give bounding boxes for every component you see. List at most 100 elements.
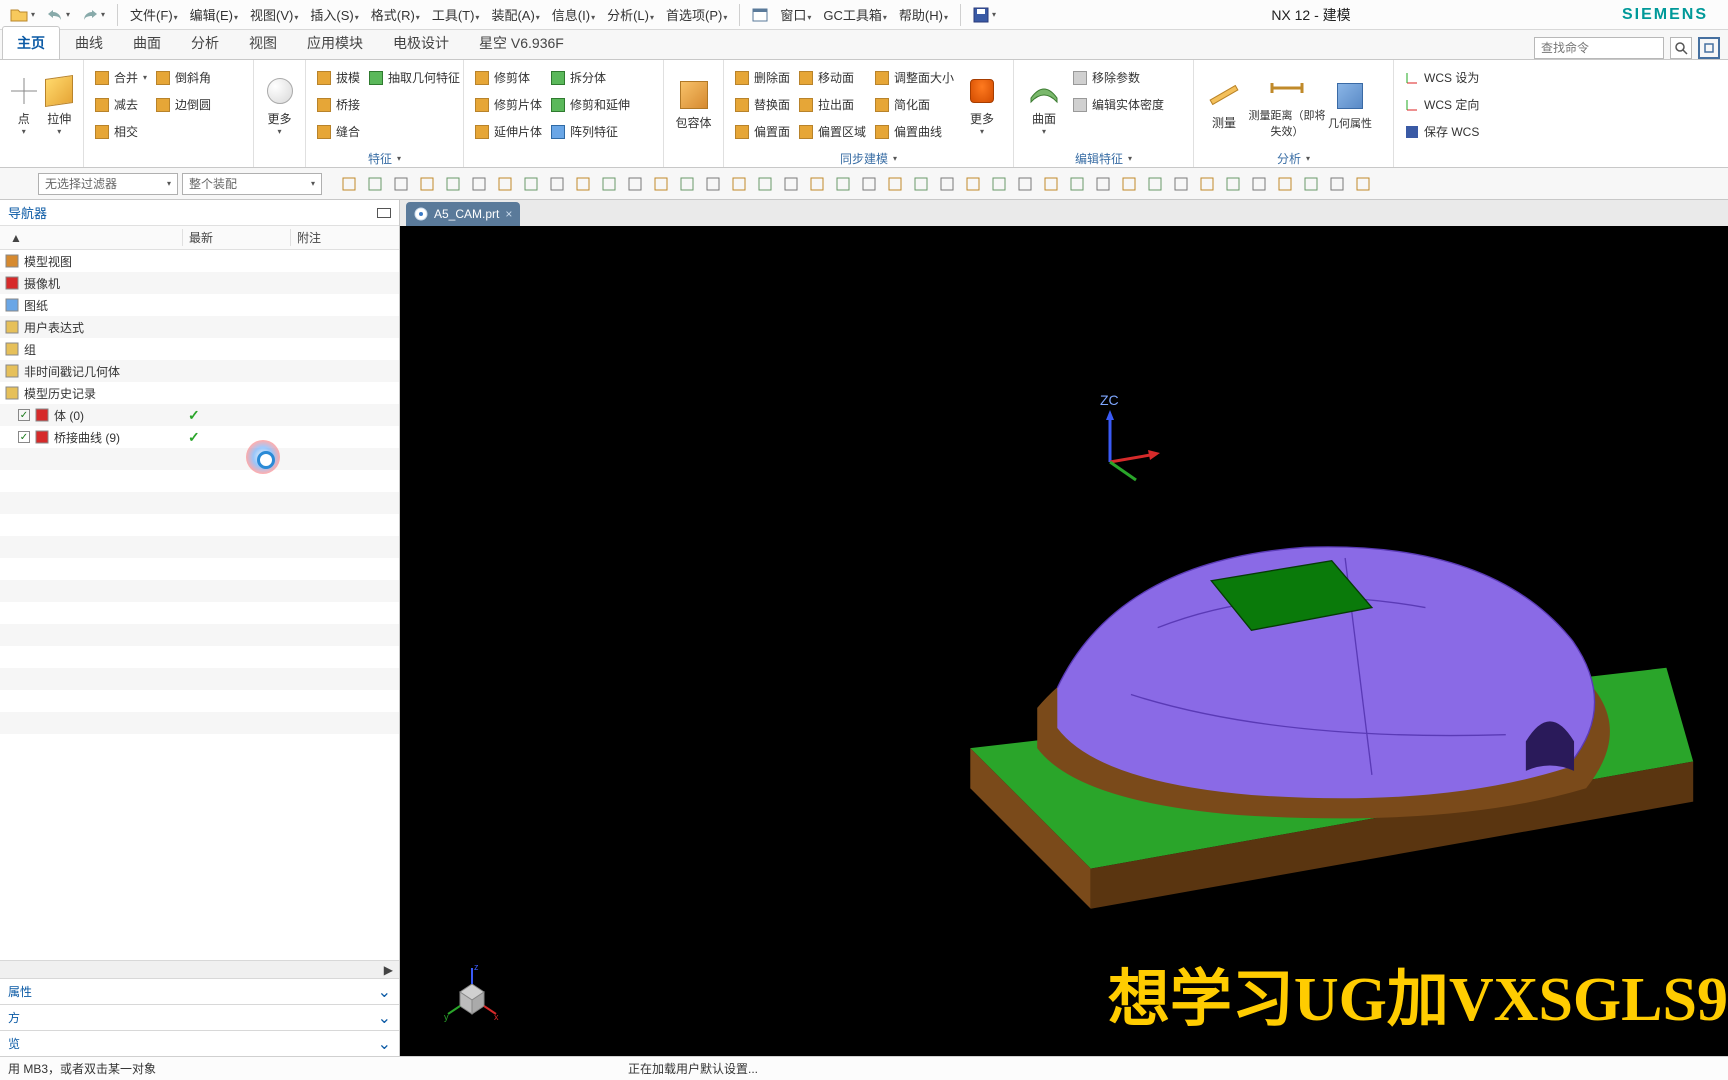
tb-icon-25[interactable]: [988, 173, 1010, 195]
btn-measure[interactable]: 测量: [1200, 64, 1248, 145]
menu-help[interactable]: 帮助(H)▾: [895, 3, 952, 26]
tb-icon-37[interactable]: [1300, 173, 1322, 195]
tree-row-4[interactable]: 组: [0, 338, 399, 360]
tb-icon-31[interactable]: [1144, 173, 1166, 195]
menu-gc[interactable]: GC工具箱▾: [819, 3, 891, 26]
btn-offset-face[interactable]: 偏置面: [734, 120, 790, 144]
menu-file[interactable]: 文件(F)▾: [126, 3, 182, 26]
tb-icon-35[interactable]: [1248, 173, 1270, 195]
nav-hscroll[interactable]: ▶: [0, 960, 399, 978]
search-icon[interactable]: [1670, 37, 1692, 59]
file-tab-active[interactable]: A5_CAM.prt ×: [406, 202, 520, 226]
tb-icon-4[interactable]: [442, 173, 464, 195]
btn-offset-curve[interactable]: 偏置曲线: [874, 120, 954, 144]
btn-trim-extend[interactable]: 修剪和延伸: [550, 93, 630, 117]
tb-icon-7[interactable]: [520, 173, 542, 195]
tb-icon-24[interactable]: [962, 173, 984, 195]
tb-icon-2[interactable]: [390, 173, 412, 195]
tab-surface[interactable]: 曲面: [118, 26, 176, 59]
btn-sew[interactable]: 缝合: [316, 120, 360, 144]
btn-chamfer[interactable]: 倒斜角: [155, 66, 211, 90]
close-icon[interactable]: ×: [505, 207, 512, 221]
tree-row-0[interactable]: 模型视图: [0, 250, 399, 272]
tb-icon-12[interactable]: [650, 173, 672, 195]
btn-split[interactable]: 拆分体: [550, 66, 630, 90]
filter-combo[interactable]: 无选择过滤器▾: [38, 173, 178, 195]
btn-draft[interactable]: 拔模: [316, 66, 360, 90]
btn-simplify-face[interactable]: 简化面: [874, 93, 954, 117]
tb-icon-6[interactable]: [494, 173, 516, 195]
scope-combo[interactable]: 整个装配▾: [182, 173, 322, 195]
btn-trim-body[interactable]: 修剪体: [474, 66, 542, 90]
menu-info[interactable]: 信息(I)▾: [548, 3, 599, 26]
tab-curve[interactable]: 曲线: [60, 26, 118, 59]
tb-icon-21[interactable]: [884, 173, 906, 195]
tree-row-3[interactable]: 用户表达式: [0, 316, 399, 338]
checkbox[interactable]: ✓: [18, 431, 30, 443]
btn-pull-face[interactable]: 拉出面: [798, 93, 866, 117]
tb-icon-39[interactable]: [1352, 173, 1374, 195]
menu-prefs[interactable]: 首选项(P)▾: [662, 3, 731, 26]
btn-replace-face[interactable]: 替换面: [734, 93, 790, 117]
tb-icon-30[interactable]: [1118, 173, 1140, 195]
tb-icon-28[interactable]: [1066, 173, 1088, 195]
btn-move-face[interactable]: 移动面: [798, 66, 866, 90]
btn-bounding[interactable]: 包容体: [670, 64, 717, 145]
tb-icon-32[interactable]: [1170, 173, 1192, 195]
btn-wcs-setto[interactable]: WCS 设为: [1404, 66, 1479, 90]
btn-pattern[interactable]: 阵列特征: [550, 120, 630, 144]
panel-2[interactable]: 方⌄: [0, 1004, 399, 1030]
tb-icon-11[interactable]: [624, 173, 646, 195]
btn-surface[interactable]: 曲面▾: [1020, 64, 1068, 145]
btn-extrude[interactable]: 拉伸▾: [42, 64, 78, 145]
tb-icon-13[interactable]: [676, 173, 698, 195]
tb-icon-14[interactable]: [702, 173, 724, 195]
checkbox[interactable]: ✓: [18, 409, 30, 421]
btn-measure-dist[interactable]: 测量距离（即将失效）: [1248, 64, 1326, 145]
tb-icon-19[interactable]: [832, 173, 854, 195]
tree-row-5[interactable]: 非时间戳记几何体: [0, 360, 399, 382]
tb-icon-9[interactable]: [572, 173, 594, 195]
tb-icon-10[interactable]: [598, 173, 620, 195]
tb-icon-29[interactable]: [1092, 173, 1114, 195]
btn-more-2[interactable]: 更多▾: [958, 64, 1006, 145]
menu-window[interactable]: 窗口▾: [776, 3, 815, 26]
btn-edit-density[interactable]: 编辑实体密度: [1072, 93, 1164, 117]
btn-subtract[interactable]: 减去: [94, 93, 147, 117]
tb-icon-38[interactable]: [1326, 173, 1348, 195]
open-icon[interactable]: ▾: [6, 5, 39, 25]
tb-icon-8[interactable]: [546, 173, 568, 195]
tb-icon-1[interactable]: [364, 173, 386, 195]
tb-icon-0[interactable]: [338, 173, 360, 195]
search-input[interactable]: [1534, 37, 1664, 59]
tab-view[interactable]: 视图: [234, 26, 292, 59]
btn-point[interactable]: 点▾: [6, 64, 42, 145]
btn-remove-param[interactable]: 移除参数: [1072, 66, 1164, 90]
dock-icon[interactable]: [377, 208, 391, 218]
tb-icon-18[interactable]: [806, 173, 828, 195]
btn-unite[interactable]: 合并▾: [94, 66, 147, 90]
btn-trim-sheet[interactable]: 修剪片体: [474, 93, 542, 117]
btn-more-1[interactable]: 更多▾: [260, 64, 299, 145]
btn-delete-face[interactable]: 删除面: [734, 66, 790, 90]
tab-home[interactable]: 主页: [2, 26, 60, 59]
tree-row-7[interactable]: ✓体 (0)✓: [0, 404, 399, 426]
btn-wcs-save[interactable]: 保存 WCS: [1404, 120, 1479, 144]
btn-edgeblend[interactable]: 边倒圆: [155, 93, 211, 117]
tb-icon-34[interactable]: [1222, 173, 1244, 195]
tab-star[interactable]: 星空 V6.936F: [464, 26, 579, 59]
tree-row-1[interactable]: 摄像机: [0, 272, 399, 294]
btn-extend-sheet[interactable]: 延伸片体: [474, 120, 542, 144]
tb-icon-26[interactable]: [1014, 173, 1036, 195]
menu-assembly[interactable]: 装配(A)▾: [487, 3, 543, 26]
tb-icon-27[interactable]: [1040, 173, 1062, 195]
redo-icon[interactable]: ▾: [78, 6, 109, 24]
btn-geo-prop[interactable]: 几何属性: [1326, 64, 1374, 145]
menu-analyze[interactable]: 分析(L)▾: [603, 3, 658, 26]
graphics-canvas[interactable]: ZC z x y 想学习UG加VXS: [400, 226, 1728, 1056]
tb-icon-22[interactable]: [910, 173, 932, 195]
window-icon[interactable]: [748, 6, 772, 24]
fullscreen-icon[interactable]: [1698, 37, 1720, 59]
tb-icon-3[interactable]: [416, 173, 438, 195]
tab-app[interactable]: 应用模块: [292, 26, 378, 59]
